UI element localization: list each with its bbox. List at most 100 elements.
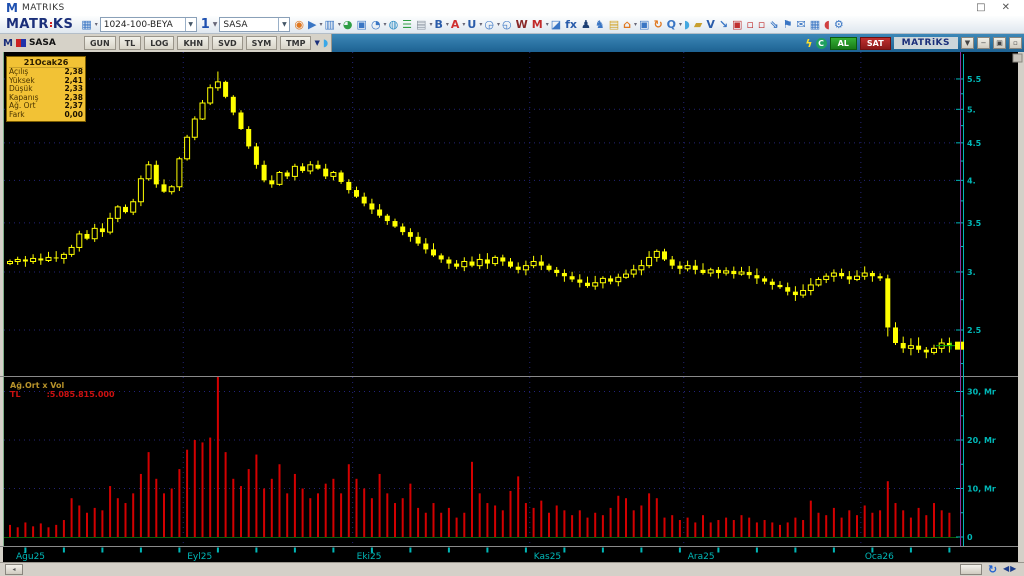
scroll-nav-arrows[interactable]: ◀▶ <box>1003 564 1017 573</box>
traffic-light-icon[interactable]: ▤ <box>608 18 620 32</box>
period-button[interactable]: GUN <box>83 36 116 50</box>
calculator-icon[interactable]: ▦ <box>809 18 821 32</box>
building-icon[interactable]: ⌂ <box>622 18 632 32</box>
chart-pointer-icon[interactable]: ↘ <box>718 18 729 32</box>
chart-area: Ağu25 Eyl25 Eki25 Kas25 Ara25 Oca26 5.5 5. 4.5 4.… <box>0 52 1024 576</box>
window-titlebar: M MATRIKS □ ✕ <box>0 0 1024 16</box>
svd-button[interactable]: SVD <box>212 36 243 50</box>
candlestick-volume-chart[interactable]: Ağu25 Eyl25 Eki25 Kas25 Ara25 Oca26 5.5 5. 4.5 4.… <box>0 52 1024 562</box>
window-small-icon[interactable]: ▫ <box>745 18 754 32</box>
underline-icon[interactable]: U <box>466 18 477 32</box>
mini-chart-icon[interactable]: ◪ <box>550 18 562 32</box>
workspace-combo-dropdown-icon[interactable]: ▼ <box>184 18 196 31</box>
svg-text:0: 0 <box>967 533 973 542</box>
svg-text:4.5: 4.5 <box>967 139 982 148</box>
twitter-icon[interactable]: ◗ <box>683 18 691 32</box>
period-select[interactable]: 1 <box>201 17 210 32</box>
matriks-brand-logo: MATR KS <box>6 17 74 32</box>
sym-button[interactable]: SYM <box>245 36 278 50</box>
chart-minimize-button[interactable]: − <box>977 37 990 49</box>
folder-icon[interactable]: ▰ <box>693 18 703 32</box>
compass-icon[interactable]: ◶ <box>483 18 495 32</box>
person-icon[interactable]: ♟ <box>580 18 592 32</box>
chart-close-button[interactable]: ▫ <box>1009 37 1022 49</box>
scroll-left-button[interactable]: ◂ <box>5 564 23 575</box>
zoom-icon[interactable]: ◉ <box>293 18 305 32</box>
chart-restore-button[interactable]: ▣ <box>993 37 1006 49</box>
window-title: MATRIKS <box>21 3 65 13</box>
levels-icon[interactable]: ☰ <box>401 18 413 32</box>
refresh-orange-icon[interactable]: ↻ <box>652 18 663 32</box>
font-color-icon[interactable]: A <box>450 18 461 32</box>
twitter-icon[interactable]: ◗ <box>323 38 328 49</box>
settings-icon[interactable]: ⚙ <box>833 18 845 32</box>
tmp-button[interactable]: TMP <box>280 36 312 50</box>
brand-dots <box>49 22 52 27</box>
symbol-combo-dropdown-icon[interactable]: ▼ <box>278 18 289 31</box>
chart-menu-button[interactable]: ▼ <box>961 37 974 49</box>
buy-button[interactable]: AL <box>829 36 857 50</box>
v-icon[interactable]: V <box>705 18 716 32</box>
matriks-app-window: M MATRIKS □ ✕ MATR KS ▦ ▾ 1024-100-BEYA ▼ 1 ▼ S… <box>0 0 1024 576</box>
maximize-icon[interactable]: □ <box>976 1 985 15</box>
svg-text:30, Mr: 30, Mr <box>967 388 996 397</box>
c-badge-icon[interactable]: C <box>815 37 827 49</box>
volume-pane-header: Ağ.Ort x Vol TL:5.085.815.000 <box>10 381 115 399</box>
matriks-watermark: MATRiKS <box>893 37 958 49</box>
workspace-combo[interactable]: 1024-100-BEYA ▼ <box>99 17 197 32</box>
chevron-down-icon[interactable]: ▼ <box>314 39 319 47</box>
svg-text:20, Mr: 20, Mr <box>967 436 996 445</box>
symbol-flag-icon <box>15 39 26 47</box>
chart-symbol[interactable]: SASA <box>29 38 81 48</box>
log-scale-button[interactable]: LOG <box>144 36 175 50</box>
pie-icon[interactable]: ◕ <box>342 18 354 32</box>
svg-text:4.: 4. <box>967 176 976 185</box>
svg-text:3.: 3. <box>967 268 976 277</box>
bold-icon[interactable]: B <box>433 18 443 32</box>
compass2-icon[interactable]: ◵ <box>501 18 513 32</box>
horizontal-scrollbar[interactable]: ◂ ↻ ◀▶ <box>0 562 1024 576</box>
arrow-se-icon[interactable]: ⇘ <box>768 18 779 32</box>
matriks-m-icon[interactable]: M <box>531 18 544 32</box>
chart-m-icon: M <box>3 37 13 49</box>
clock-icon[interactable]: ◔ <box>370 18 382 32</box>
pointer-icon[interactable]: ▶ <box>307 18 317 32</box>
sell-button[interactable]: SAT <box>859 36 891 50</box>
svg-text:Eyl25: Eyl25 <box>187 552 212 562</box>
svg-text:Eki25: Eki25 <box>357 552 382 562</box>
people-icon[interactable]: ♞ <box>594 18 606 32</box>
volume-tl-label: TL <box>10 390 21 399</box>
khn-button[interactable]: KHN <box>177 36 210 50</box>
window-small2-icon[interactable]: ▫ <box>757 18 766 32</box>
svg-text:5.5: 5.5 <box>967 75 982 84</box>
svg-text:Ağu25: Ağu25 <box>16 552 45 562</box>
chat-icon[interactable]: ◖ <box>823 18 831 32</box>
chart-titlebar-left: M SASA GUN TL LOG KHN SVD SYM TMP ▼ ◗ <box>0 34 333 52</box>
currency-button[interactable]: TL <box>118 36 142 50</box>
svg-text:5.: 5. <box>967 105 976 114</box>
ohlc-info-box: 21Ocak26 Açılış 2,38 Yüksek 2,41 Düşük 2,33… <box>6 56 86 122</box>
symbol-combo[interactable]: SASA ▼ <box>219 17 291 32</box>
news-icon[interactable]: ▤ <box>415 18 427 32</box>
chart-titlebar-fill: ϟ C AL SAT MATRiKS ▼ − ▣ ▫ <box>332 34 1024 52</box>
svg-text:Oca26: Oca26 <box>865 552 894 562</box>
monitor-icon[interactable]: ▣ <box>356 18 368 32</box>
mail-icon[interactable]: ✉ <box>795 18 806 32</box>
volume-tl-value: :5.085.815.000 <box>46 390 115 399</box>
indicators-icon[interactable]: ▥ <box>324 18 336 32</box>
lightning-icon[interactable]: ϟ <box>805 37 812 50</box>
globe-icon[interactable]: ◍ <box>388 18 400 32</box>
monitor-alert-icon[interactable]: ▣ <box>731 18 743 32</box>
svg-text:10, Mr: 10, Mr <box>967 485 996 494</box>
svg-text:Ara25: Ara25 <box>688 552 715 562</box>
alarm-icon[interactable]: ⚑ <box>782 18 794 32</box>
close-icon[interactable]: ✕ <box>1002 1 1010 15</box>
documents-icon[interactable]: ▣ <box>638 18 650 32</box>
sync-icon[interactable]: ↻ <box>988 563 997 576</box>
scrollbar-thumb[interactable] <box>960 564 982 575</box>
save-icon[interactable]: ▦ <box>80 18 92 32</box>
svg-text:3.5: 3.5 <box>967 219 982 228</box>
fx-icon[interactable]: fx <box>564 18 578 32</box>
search-q-icon[interactable]: Q <box>666 18 677 32</box>
vwap-icon[interactable]: W <box>515 18 529 32</box>
